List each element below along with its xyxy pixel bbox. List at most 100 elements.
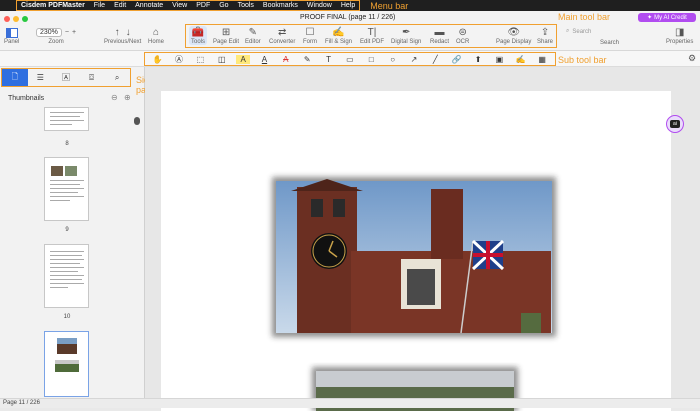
next-page-icon[interactable]: ↓ [126, 27, 131, 38]
ai-assistant-button[interactable]: ai [666, 115, 684, 133]
main-toolbar: PROOF FINAL (page 11 / 226) Panel 230% −… [0, 11, 700, 51]
rectangle-icon[interactable]: □ [364, 55, 378, 64]
search-field[interactable]: ⌕ Search [566, 26, 652, 37]
hand-icon[interactable]: ✋ [151, 55, 165, 64]
sub-toolbar: ✋ Ⓐ ⬚ ◫ A A A ✎ T ▭ □ ○ ↗ ╱ 🔗 ⬆ ▣ ✍ ▦ Su… [0, 51, 700, 67]
zoom-out-icon[interactable]: − [65, 29, 69, 36]
redact-button[interactable]: ▬ Redact [430, 26, 449, 45]
converter-button[interactable]: ⇄ Converter [269, 26, 295, 45]
zoom-in-icon[interactable]: + [72, 29, 76, 36]
thumbnail-page[interactable] [44, 107, 89, 131]
toolbox-icon: 🧰 [191, 27, 205, 38]
highlight-icon[interactable]: A [236, 54, 251, 64]
search-icon: ⌕ [114, 72, 120, 82]
menu-bookmarks[interactable]: Bookmarks [263, 2, 298, 9]
eye-icon: 👁 [507, 27, 521, 38]
page-edit-button[interactable]: ⊞ Page Edit [213, 26, 239, 45]
minimize-window-button[interactable] [13, 16, 19, 22]
table-icon[interactable]: ▦ [535, 55, 549, 64]
menu-file[interactable]: File [94, 2, 105, 9]
properties-panel-icon: ◨ [674, 27, 685, 38]
side-panel-scrollbar[interactable] [134, 117, 140, 125]
menu-pdf[interactable]: PDF [196, 2, 210, 9]
link-icon[interactable]: 🔗 [450, 55, 464, 64]
page-preview [50, 112, 84, 125]
signature-icon[interactable]: ✍ [514, 55, 528, 64]
ellipse-icon[interactable]: ○ [386, 55, 400, 64]
zoom-in-thumbs-icon[interactable]: ⊕ [124, 93, 131, 102]
form-label: Form [303, 39, 317, 45]
thumbnail-page[interactable] [44, 244, 89, 308]
main-tool-bar-annotation: Main tool bar [558, 12, 611, 22]
tab-annotations[interactable]: 🄰 [53, 69, 79, 86]
settings-gear-icon[interactable]: ⚙ [688, 53, 696, 64]
menu-view[interactable]: View [172, 2, 187, 9]
digital-sign-button[interactable]: ✒ Digital Sign [391, 26, 421, 45]
window-controls [4, 16, 28, 22]
side-panel: 🗋 ☰ 🄰 ⌼ ⌕ Side panel Thumbnails ⊖ ⊕ 8 9 … [0, 67, 158, 398]
zoom-control: 230% − + Zoom [36, 26, 76, 45]
page-preview [55, 338, 79, 372]
ocr-button[interactable]: ⊜ OCR [456, 26, 469, 45]
home-button[interactable]: ⌂ Home [148, 26, 164, 45]
underline-icon[interactable]: A [257, 55, 271, 64]
fill-sign-button[interactable]: ✍ Fill & Sign [325, 26, 352, 45]
close-window-button[interactable] [4, 16, 10, 22]
status-bar: Page 11 / 226 [0, 398, 700, 408]
note-icon[interactable]: ▭ [343, 55, 357, 64]
redact-icon: ▬ [434, 27, 445, 38]
previous-page-icon[interactable]: ↑ [115, 27, 120, 38]
tab-thumbnails[interactable]: 🗋 [2, 69, 28, 86]
thumbnails-title: Thumbnails [8, 95, 45, 102]
zoom-select[interactable]: 230% [36, 28, 62, 37]
ai-robot-icon: ai [670, 120, 680, 128]
menu-tools[interactable]: Tools [238, 2, 254, 9]
edit-pdf-button[interactable]: T| Edit PDF [360, 26, 384, 45]
marquee-icon[interactable]: ⬚ [193, 55, 207, 64]
stamp-icon[interactable]: ⬆ [471, 55, 485, 64]
text-icon[interactable]: T [322, 55, 336, 64]
snapshot-icon[interactable]: ◫ [215, 55, 229, 64]
home-icon: ⌂ [152, 27, 160, 38]
image-icon[interactable]: ▣ [492, 55, 506, 64]
page-edit-label: Page Edit [213, 39, 240, 45]
panel-label: Panel [4, 39, 20, 45]
thumbnail-page[interactable] [44, 157, 89, 221]
menu-go[interactable]: Go [219, 2, 228, 9]
menu-help[interactable]: Help [341, 2, 355, 9]
converter-label: Converter [269, 39, 296, 45]
panel-icon [5, 26, 18, 39]
previous-next-label: Previous/Next [104, 39, 142, 45]
ai-credit-button[interactable]: ✦ My AI Credit [638, 13, 696, 22]
menu-app-name[interactable]: Cisdem PDFMaster [21, 2, 85, 9]
properties-button[interactable]: ◨ Properties [666, 26, 693, 45]
tab-outline[interactable]: ☰ [28, 69, 54, 86]
menu-window[interactable]: Window [307, 2, 332, 9]
building-photo [276, 179, 552, 334]
editor-button[interactable]: ✎ Editor [245, 26, 261, 45]
panel-button[interactable]: Panel [4, 26, 19, 45]
menu-annotate[interactable]: Annotate [135, 2, 163, 9]
zoom-window-button[interactable] [22, 16, 28, 22]
form-button[interactable]: ☐ Form [303, 26, 317, 45]
menu-edit[interactable]: Edit [114, 2, 126, 9]
thumbnail-page-selected[interactable] [44, 331, 89, 397]
strikethrough-icon[interactable]: A [279, 55, 293, 64]
menu-bar-annotation: Menu bar [370, 0, 409, 11]
side-panel-tabs: 🗋 ☰ 🄰 ⌼ ⌕ [1, 68, 131, 87]
line-icon[interactable]: ╱ [428, 55, 442, 64]
arrow-icon[interactable]: ↗ [407, 55, 421, 64]
select-text-icon[interactable]: Ⓐ [172, 54, 186, 65]
zoom-out-thumbs-icon[interactable]: ⊖ [111, 93, 118, 102]
home-label: Home [148, 39, 165, 45]
search-icon: ⌕ [566, 28, 570, 34]
ocr-icon: ⊜ [458, 27, 467, 38]
page-content [272, 177, 556, 411]
pencil-icon[interactable]: ✎ [300, 55, 314, 64]
tab-search[interactable]: ⌕ [104, 69, 130, 86]
tools-button[interactable]: 🧰 Tools [189, 26, 208, 45]
page-display-button[interactable]: 👁 Page Display [496, 26, 531, 45]
share-button[interactable]: ⇪ Share [537, 26, 553, 45]
tab-attachments[interactable]: ⌼ [79, 69, 105, 86]
digital-sign-label: Digital Sign [391, 39, 422, 45]
